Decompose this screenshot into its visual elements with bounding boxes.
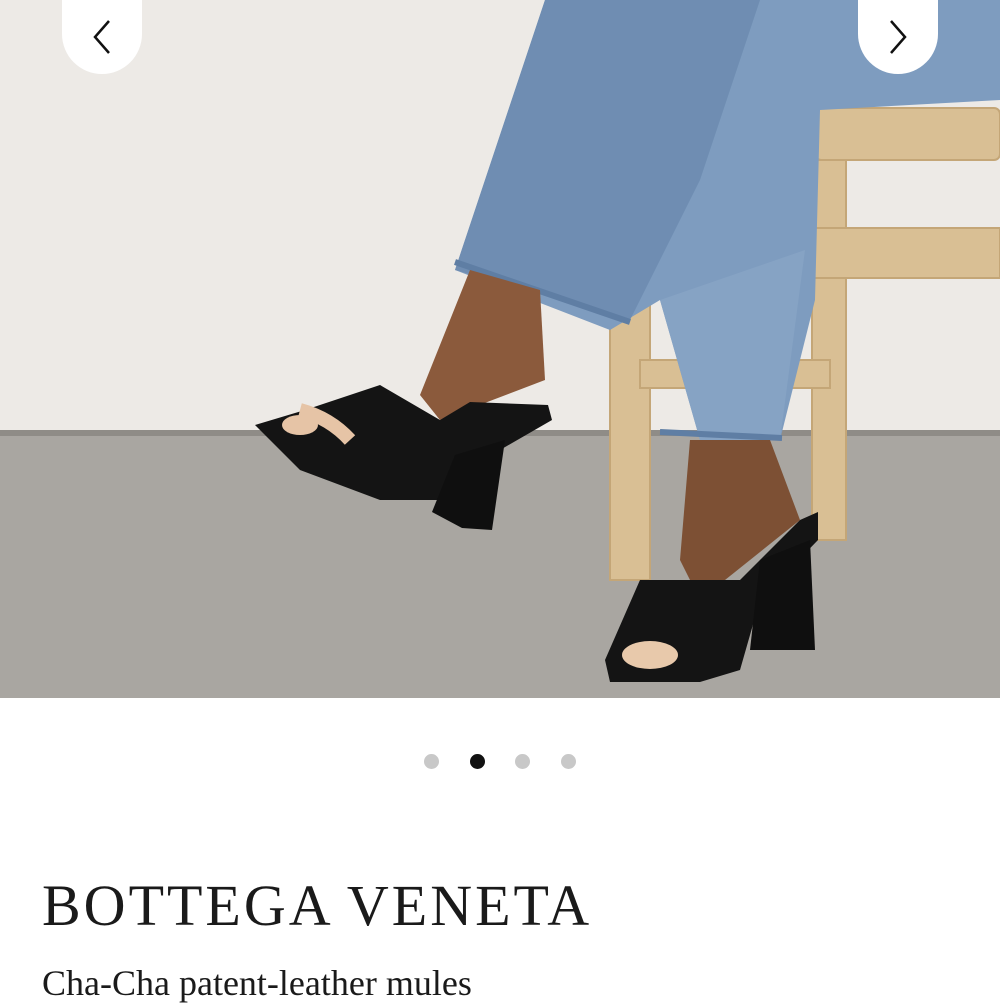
product-image-gallery[interactable] xyxy=(0,0,1000,698)
product-photo xyxy=(0,0,1000,698)
brand-name[interactable]: BOTTEGA VENETA xyxy=(42,872,592,939)
chevron-right-icon xyxy=(890,20,907,54)
pagination-dot-3[interactable] xyxy=(515,754,530,769)
product-title: Cha-Cha patent-leather mules xyxy=(42,963,472,1003)
pagination-dot-1[interactable] xyxy=(424,754,439,769)
pagination-dot-2[interactable] xyxy=(470,754,485,769)
chevron-left-icon xyxy=(93,20,110,54)
pagination-dot-4[interactable] xyxy=(561,754,576,769)
gallery-pagination xyxy=(0,752,1000,772)
